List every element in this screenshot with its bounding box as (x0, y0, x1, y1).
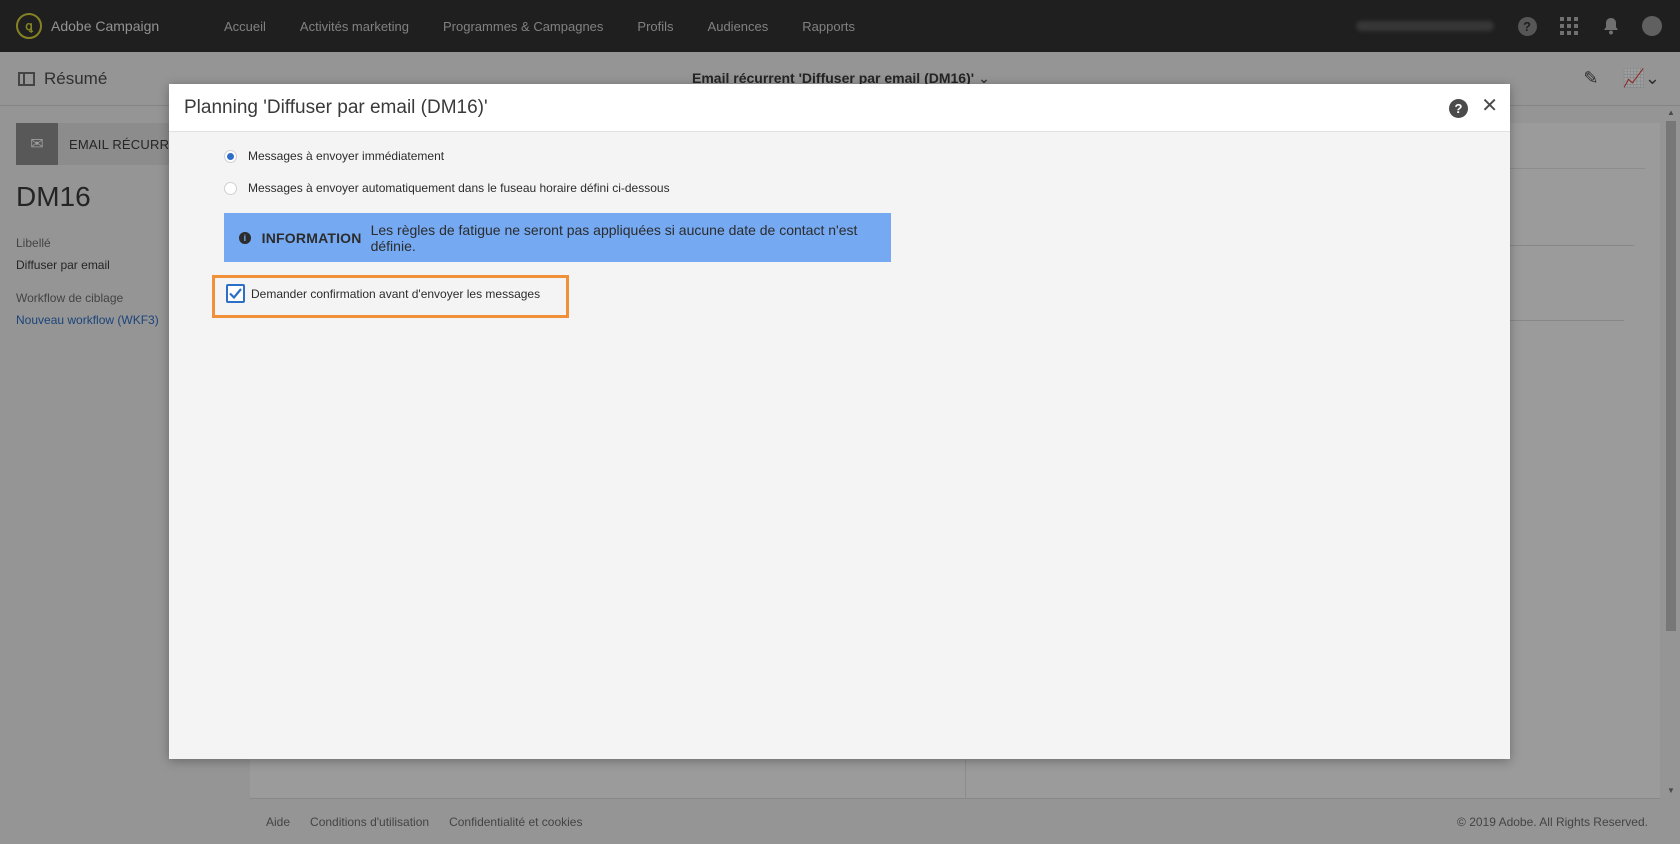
dialog-header: Planning 'Diffuser par email (DM16)' ? ✕ (169, 84, 1510, 132)
radio-send-timezone[interactable]: Messages à envoyer automatiquement dans … (224, 181, 670, 195)
info-text: Les règles de fatigue ne seront pas appl… (370, 221, 858, 254)
checkbox-label: Demander confirmation avant d'envoyer le… (251, 286, 541, 301)
confirm-before-send-checkbox[interactable]: Demander confirmation avant d'envoyer le… (226, 284, 540, 303)
radio-label: Messages à envoyer immédiatement (248, 149, 445, 163)
radio-button-selected[interactable] (224, 149, 237, 163)
info-icon: i (239, 231, 251, 244)
radio-label: Messages à envoyer automatiquement dans … (248, 181, 670, 195)
radio-send-immediately[interactable]: Messages à envoyer immédiatement (224, 149, 444, 163)
radio-button[interactable] (224, 181, 237, 195)
checkbox-checked[interactable] (226, 284, 245, 303)
planning-dialog: Planning 'Diffuser par email (DM16)' ? ✕… (169, 84, 1510, 759)
info-title: INFORMATION (261, 229, 362, 246)
dialog-title: Planning 'Diffuser par email (DM16)' (184, 97, 488, 118)
close-icon[interactable]: ✕ (1481, 95, 1498, 117)
help-icon[interactable]: ? (1449, 99, 1468, 118)
information-banner: i INFORMATION Les règles de fatigue ne s… (224, 213, 891, 262)
checkmark-icon (229, 288, 242, 299)
